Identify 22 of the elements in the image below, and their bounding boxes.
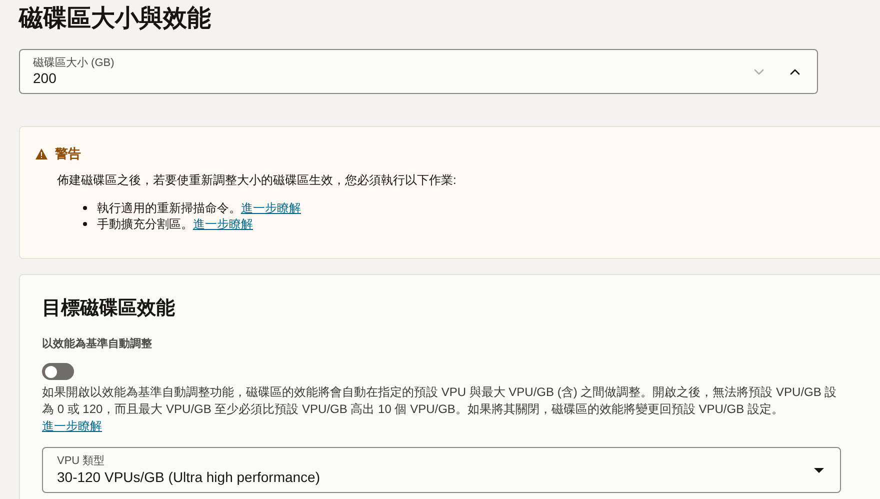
auto-tune-switch[interactable] xyxy=(42,363,74,380)
learn-more-link[interactable]: 進一步瞭解 xyxy=(193,216,253,232)
toggle-label: 以效能為基準自動調整 xyxy=(42,337,152,351)
bullet-icon xyxy=(83,222,87,226)
list-item-text: 執行適用的重新掃描命令。 xyxy=(97,200,241,216)
field-label: 磁碟區大小 (GB) xyxy=(33,56,116,70)
learn-more-link[interactable]: 進一步瞭解 xyxy=(241,200,301,216)
vpu-select[interactable]: VPU 類型 30-120 VPUs/GB (Ultra high performance) xyxy=(42,447,841,493)
list-item-text: 手動擴充分割區。 xyxy=(97,216,193,232)
description: 如果開啟以效能為基準自動調整功能，磁碟區的效能將會自動在指定的預設 VPU 與最大 VPU/GB (含) 之間做調整。開啟之後，無法將預設 VPU/GB 設為 0 或 120，而且最大 VPU/GB 至少必須比預設 VPU/GB 高出 10 個 VPU/GB。如果將其關閉，磁碟區的效能將變更回預設 VPU/GB 設定。 進一步瞭解 xyxy=(42,384,838,435)
field-label: VPU 類型 xyxy=(57,454,106,468)
warning-icon xyxy=(35,148,48,160)
field-value: 30-120 VPUs/GB (Ultra high performance) xyxy=(57,468,321,486)
size-field[interactable]: 磁碟區大小 (GB) 200 xyxy=(19,49,818,94)
dropdown-icon xyxy=(814,468,824,472)
learn-more-link[interactable]: 進一步瞭解 xyxy=(42,419,102,433)
bullet-icon xyxy=(83,206,87,210)
field-value: 200 xyxy=(33,70,58,87)
card-title: 目標磁碟區效能 xyxy=(42,297,176,321)
section-title: 磁碟區大小與效能 xyxy=(17,4,212,34)
warning-title: 警告 xyxy=(55,145,81,163)
warning-message: 佈建磁碟區之後，若要使重新調整大小的磁碟區生效，您必須執行以下作業: xyxy=(57,172,458,188)
